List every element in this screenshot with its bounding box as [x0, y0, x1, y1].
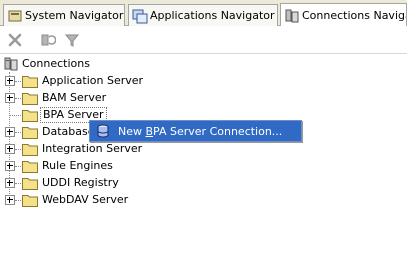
tree-root-connections[interactable]: Connections — [4, 56, 124, 72]
connections-navigator-icon — [285, 9, 299, 22]
expand-toggle[interactable] — [5, 127, 15, 137]
expand-toggle[interactable] — [5, 93, 15, 103]
folder-icon — [22, 178, 38, 190]
navigator-toolbar — [0, 26, 407, 54]
expand-toggle[interactable] — [5, 76, 15, 86]
tree-item-label: Database — [42, 125, 95, 138]
tree-item-uddi-registry[interactable]: UDDI Registry — [0, 175, 200, 191]
expand-toggle[interactable] — [5, 178, 15, 188]
navigator-tab-bar: System Navigator Applications Navigator … — [0, 0, 407, 27]
tab-connections-navigator[interactable]: Connections Navigator — [280, 3, 407, 27]
folder-icon — [22, 161, 38, 173]
folder-icon — [22, 93, 38, 105]
filter-icon[interactable] — [64, 32, 80, 48]
connections-icon — [4, 57, 18, 71]
tab-label: System Navigator — [25, 9, 124, 22]
database-connection-icon — [97, 124, 109, 138]
expand-toggle[interactable] — [5, 195, 15, 205]
connections-tree: Connections Application Server BAM Serve… — [0, 54, 407, 267]
folder-icon — [22, 76, 38, 88]
tree-item-label: Integration Server — [42, 142, 143, 155]
system-navigator-icon — [8, 10, 22, 21]
tree-item-integration-server[interactable]: Integration Server — [0, 141, 200, 157]
folder-icon — [22, 110, 38, 122]
folder-icon — [22, 127, 38, 139]
folder-icon — [22, 144, 38, 156]
tree-item-label: Application Server — [42, 74, 144, 87]
tree-item-bam-server[interactable]: BAM Server — [0, 90, 200, 106]
tab-applications-navigator[interactable]: Applications Navigator — [128, 4, 278, 26]
tab-label: Connections Navigator — [302, 9, 406, 22]
delete-icon[interactable] — [7, 32, 23, 48]
tree-item-label: UDDI Registry — [42, 176, 119, 189]
tree-item-label: WebDAV Server — [42, 193, 129, 206]
expand-toggle[interactable] — [5, 161, 15, 171]
menu-item-label: New BPA Server Connection... — [118, 124, 283, 138]
folder-icon — [22, 195, 38, 207]
refresh-icon[interactable] — [40, 32, 56, 48]
tree-item-application-server[interactable]: Application Server — [0, 73, 200, 89]
applications-navigator-icon — [132, 9, 148, 23]
tree-item-webdav-server[interactable]: WebDAV Server — [0, 192, 200, 208]
tree-item-label: BAM Server — [42, 91, 107, 104]
expand-toggle[interactable] — [5, 144, 15, 154]
tab-label: Applications Navigator — [150, 9, 275, 22]
tree-item-rule-engines[interactable]: Rule Engines — [0, 158, 200, 174]
tab-system-navigator[interactable]: System Navigator — [3, 4, 125, 26]
tree-root-label: Connections — [22, 57, 90, 70]
context-menu-new-bpa-server-connection[interactable]: New BPA Server Connection... — [89, 120, 302, 142]
tree-item-label: Rule Engines — [42, 159, 113, 172]
